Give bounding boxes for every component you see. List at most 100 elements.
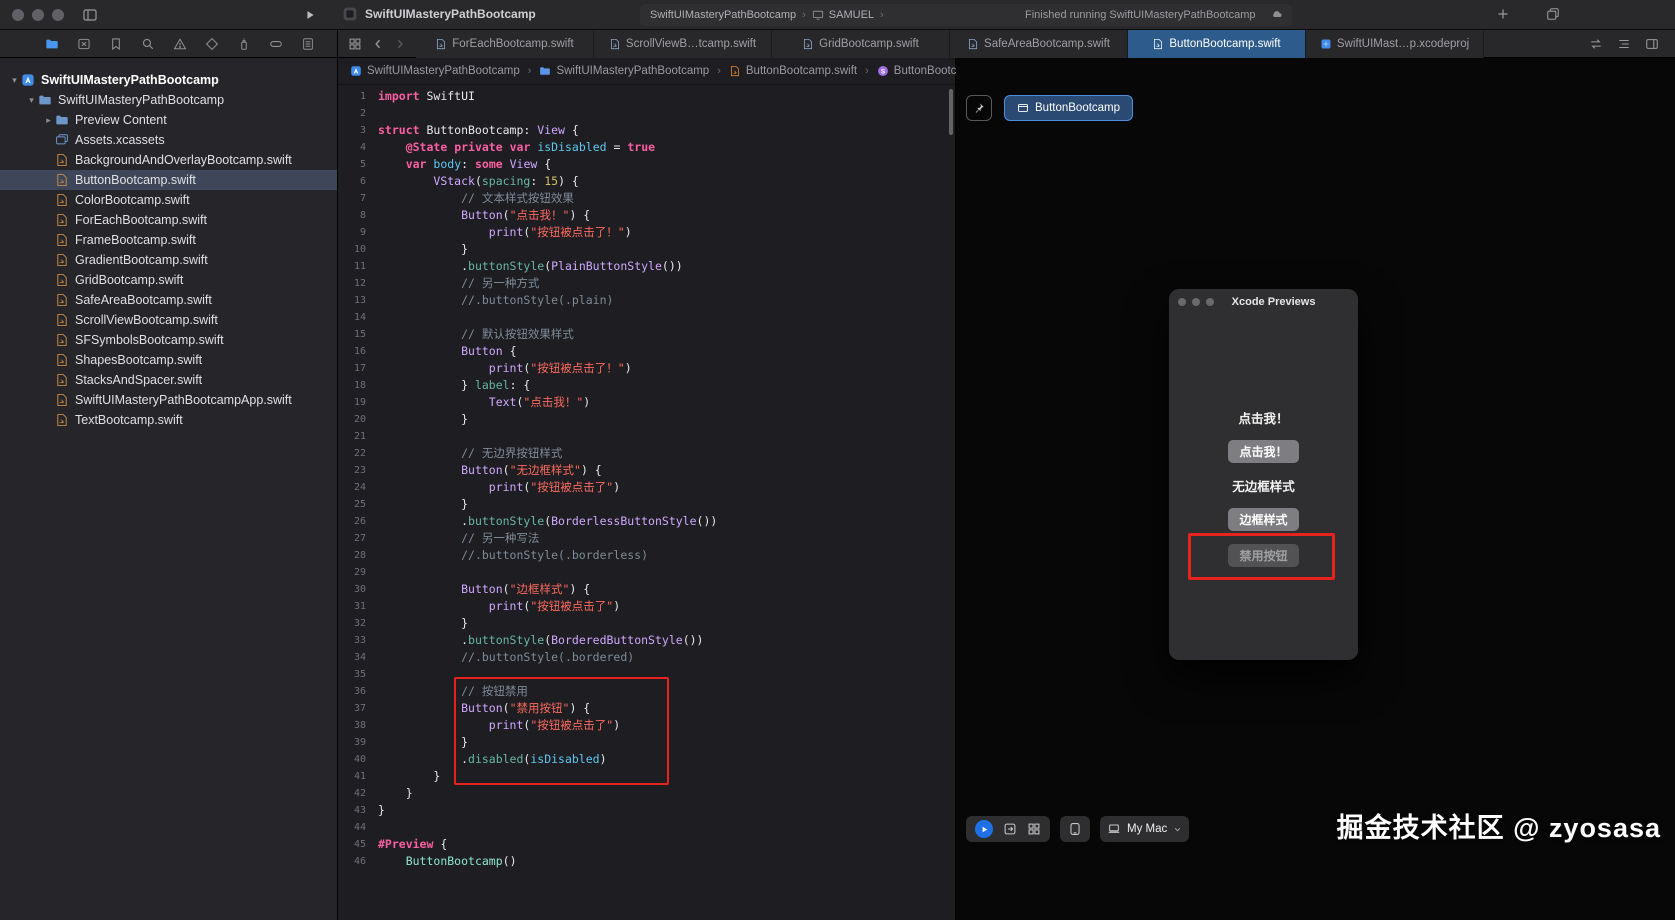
disclosure-triangle[interactable]: ▾: [25, 95, 38, 106]
scheme-name[interactable]: SwiftUIMasteryPathBootcamp: [650, 9, 796, 21]
destination-name[interactable]: SAMUEL: [829, 9, 874, 21]
chevron-icon: ›: [880, 9, 884, 21]
code-line: 1import SwiftUI: [338, 88, 955, 105]
preview-plain-button[interactable]: 点击我！: [1238, 408, 1288, 427]
breadcrumb-item[interactable]: ButtonBootcamp.swift: [729, 65, 857, 77]
code-line: 13 //.buttonStyle(.plain): [338, 292, 955, 309]
file-tree-item[interactable]: ▾SwiftUIMasteryPathBootcamp: [0, 70, 337, 90]
file-tree-item[interactable]: ForEachBootcamp.swift: [0, 210, 337, 230]
project-title-group: SwiftUIMasteryPathBootcamp: [342, 6, 536, 22]
editor-column: SwiftUIMasteryPathBootcamp›SwiftUIMaster…: [338, 58, 956, 920]
editor-tab[interactable]: ScrollViewB…tcamp.swift: [594, 30, 772, 58]
bookmark-icon: [109, 37, 123, 51]
file-tree-item[interactable]: ButtonBootcamp.swift: [0, 170, 337, 190]
breadcrumb-item[interactable]: SwiftUIMasteryPathBootcamp: [539, 65, 709, 77]
code-editor[interactable]: 1import SwiftUI23struct ButtonBootcamp: …: [338, 85, 955, 920]
disclosure-triangle[interactable]: ▾: [8, 75, 21, 86]
preview-button[interactable]: 边框样式: [1228, 508, 1298, 531]
play-icon: [980, 825, 989, 834]
file-tree-item[interactable]: ShapesBootcamp.swift: [0, 350, 337, 370]
device-settings-button[interactable]: [1060, 816, 1090, 842]
file-tree-item[interactable]: ScrollViewBootcamp.swift: [0, 310, 337, 330]
code-line: 6 VStack(spacing: 15) {: [338, 173, 955, 190]
go-back-icon[interactable]: [372, 38, 384, 50]
navigator-tab-debug-navigator[interactable]: [234, 33, 254, 55]
file-tree-item[interactable]: SFSymbolsBootcamp.swift: [0, 330, 337, 350]
adjust-editor-icon[interactable]: [1617, 37, 1631, 51]
tabbar-right-controls: [1573, 37, 1675, 51]
device-bezel-icon: [1068, 822, 1082, 836]
folder-icon: [539, 65, 551, 77]
file-tree-label: StacksAndSpacer.swift: [75, 373, 202, 387]
preview-button[interactable]: 点击我！: [1228, 440, 1298, 463]
pin-preview-button[interactable]: [966, 95, 992, 121]
window-minimize-button[interactable]: [32, 9, 44, 21]
show-all-tabs-button[interactable]: [1546, 7, 1560, 21]
file-tree-item[interactable]: BackgroundAndOverlayBootcamp.swift: [0, 150, 337, 170]
new-tab-button[interactable]: [1496, 7, 1510, 21]
toggle-inspector-icon[interactable]: [1645, 37, 1659, 51]
tab-overview-icon[interactable]: [348, 37, 362, 51]
file-tree-item[interactable]: GridBootcamp.swift: [0, 270, 337, 290]
file-tree-item[interactable]: Assets.xcassets: [0, 130, 337, 150]
code-line: 18 } label: {: [338, 377, 955, 394]
project-icon: [1320, 38, 1332, 50]
editor-scrollbar[interactable]: [949, 89, 953, 135]
device-selector[interactable]: My Mac: [1100, 816, 1189, 842]
editor-tab[interactable]: SwiftUIMast…p.xcodeproj: [1306, 30, 1484, 58]
live-preview-button[interactable]: [975, 820, 993, 838]
file-tree-item[interactable]: ColorBootcamp.swift: [0, 190, 337, 210]
toggle-navigator-icon[interactable]: [82, 7, 98, 23]
navigator-tab-report-navigator[interactable]: [298, 33, 318, 55]
go-forward-icon[interactable]: [394, 38, 406, 50]
window-zoom-button[interactable]: [52, 9, 64, 21]
search-icon: [141, 37, 155, 51]
selectable-preview-icon[interactable]: [1003, 822, 1017, 836]
navigator-tab-test-navigator[interactable]: [202, 33, 222, 55]
file-tree-item[interactable]: ▸Preview Content: [0, 110, 337, 130]
line-number: 35: [338, 666, 378, 683]
code-line: 22 // 无边界按钮样式: [338, 445, 955, 462]
file-tree-item[interactable]: TextBootcamp.swift: [0, 410, 337, 430]
window-close-button[interactable]: [12, 9, 24, 21]
code-line: 26 .buttonStyle(BorderlessButtonStyle()): [338, 513, 955, 530]
navigator-tab-breakpoint-navigator[interactable]: [266, 33, 286, 55]
preview-minimize-button[interactable]: [1192, 298, 1200, 306]
navigator-tab-bookmark-navigator[interactable]: [106, 33, 126, 55]
code-review-icon[interactable]: [1589, 37, 1603, 51]
preview-zoom-button[interactable]: [1206, 298, 1214, 306]
swift-icon: [55, 293, 69, 307]
annotation-box-preview: [1188, 533, 1334, 580]
editor-tab[interactable]: SafeAreaBootcamp.swift: [950, 30, 1128, 58]
activity-view: SwiftUIMasteryPathBootcamp › SAMUEL › Fi…: [640, 4, 1292, 26]
navigator-tab-project-navigator[interactable]: [42, 33, 62, 55]
editor-tab[interactable]: ButtonBootcamp.swift: [1128, 30, 1306, 58]
navigator-tab-find-navigator[interactable]: [138, 33, 158, 55]
preview-plain-button[interactable]: 无边框样式: [1232, 476, 1295, 495]
breadcrumb-item[interactable]: SwiftUIMasteryPathBootcamp: [350, 65, 520, 77]
file-tree-item[interactable]: ▾SwiftUIMasteryPathBootcamp: [0, 90, 337, 110]
navigator-tab-issue-navigator[interactable]: [170, 33, 190, 55]
swift-icon: [729, 65, 741, 77]
code-line: 9 print("按钮被点击了！"): [338, 224, 955, 241]
editor-tab[interactable]: ForEachBootcamp.swift: [416, 30, 594, 58]
file-tree-item[interactable]: SwiftUIMasteryPathBootcampApp.swift: [0, 390, 337, 410]
code-line: 2: [338, 105, 955, 122]
code-line: 16 Button {: [338, 343, 955, 360]
code-line: 10 }: [338, 241, 955, 258]
file-tree-item[interactable]: StacksAndSpacer.swift: [0, 370, 337, 390]
file-tree-item[interactable]: FrameBootcamp.swift: [0, 230, 337, 250]
file-tree-item[interactable]: SafeAreaBootcamp.swift: [0, 290, 337, 310]
file-tree-item[interactable]: GradientBootcamp.swift: [0, 250, 337, 270]
preview-selector-pill[interactable]: ButtonBootcamp: [1004, 95, 1133, 121]
line-number: 7: [338, 190, 378, 207]
navigator-tab-source-control-navigator[interactable]: [74, 33, 94, 55]
variants-preview-icon[interactable]: [1027, 822, 1041, 836]
preview-close-button[interactable]: [1178, 298, 1186, 306]
file-tree-label: GradientBootcamp.swift: [75, 253, 208, 267]
line-number: 6: [338, 173, 378, 190]
run-button[interactable]: [304, 9, 316, 21]
disclosure-triangle[interactable]: ▸: [42, 115, 55, 126]
editor-tab[interactable]: GridBootcamp.swift: [772, 30, 950, 58]
line-number: 38: [338, 717, 378, 734]
